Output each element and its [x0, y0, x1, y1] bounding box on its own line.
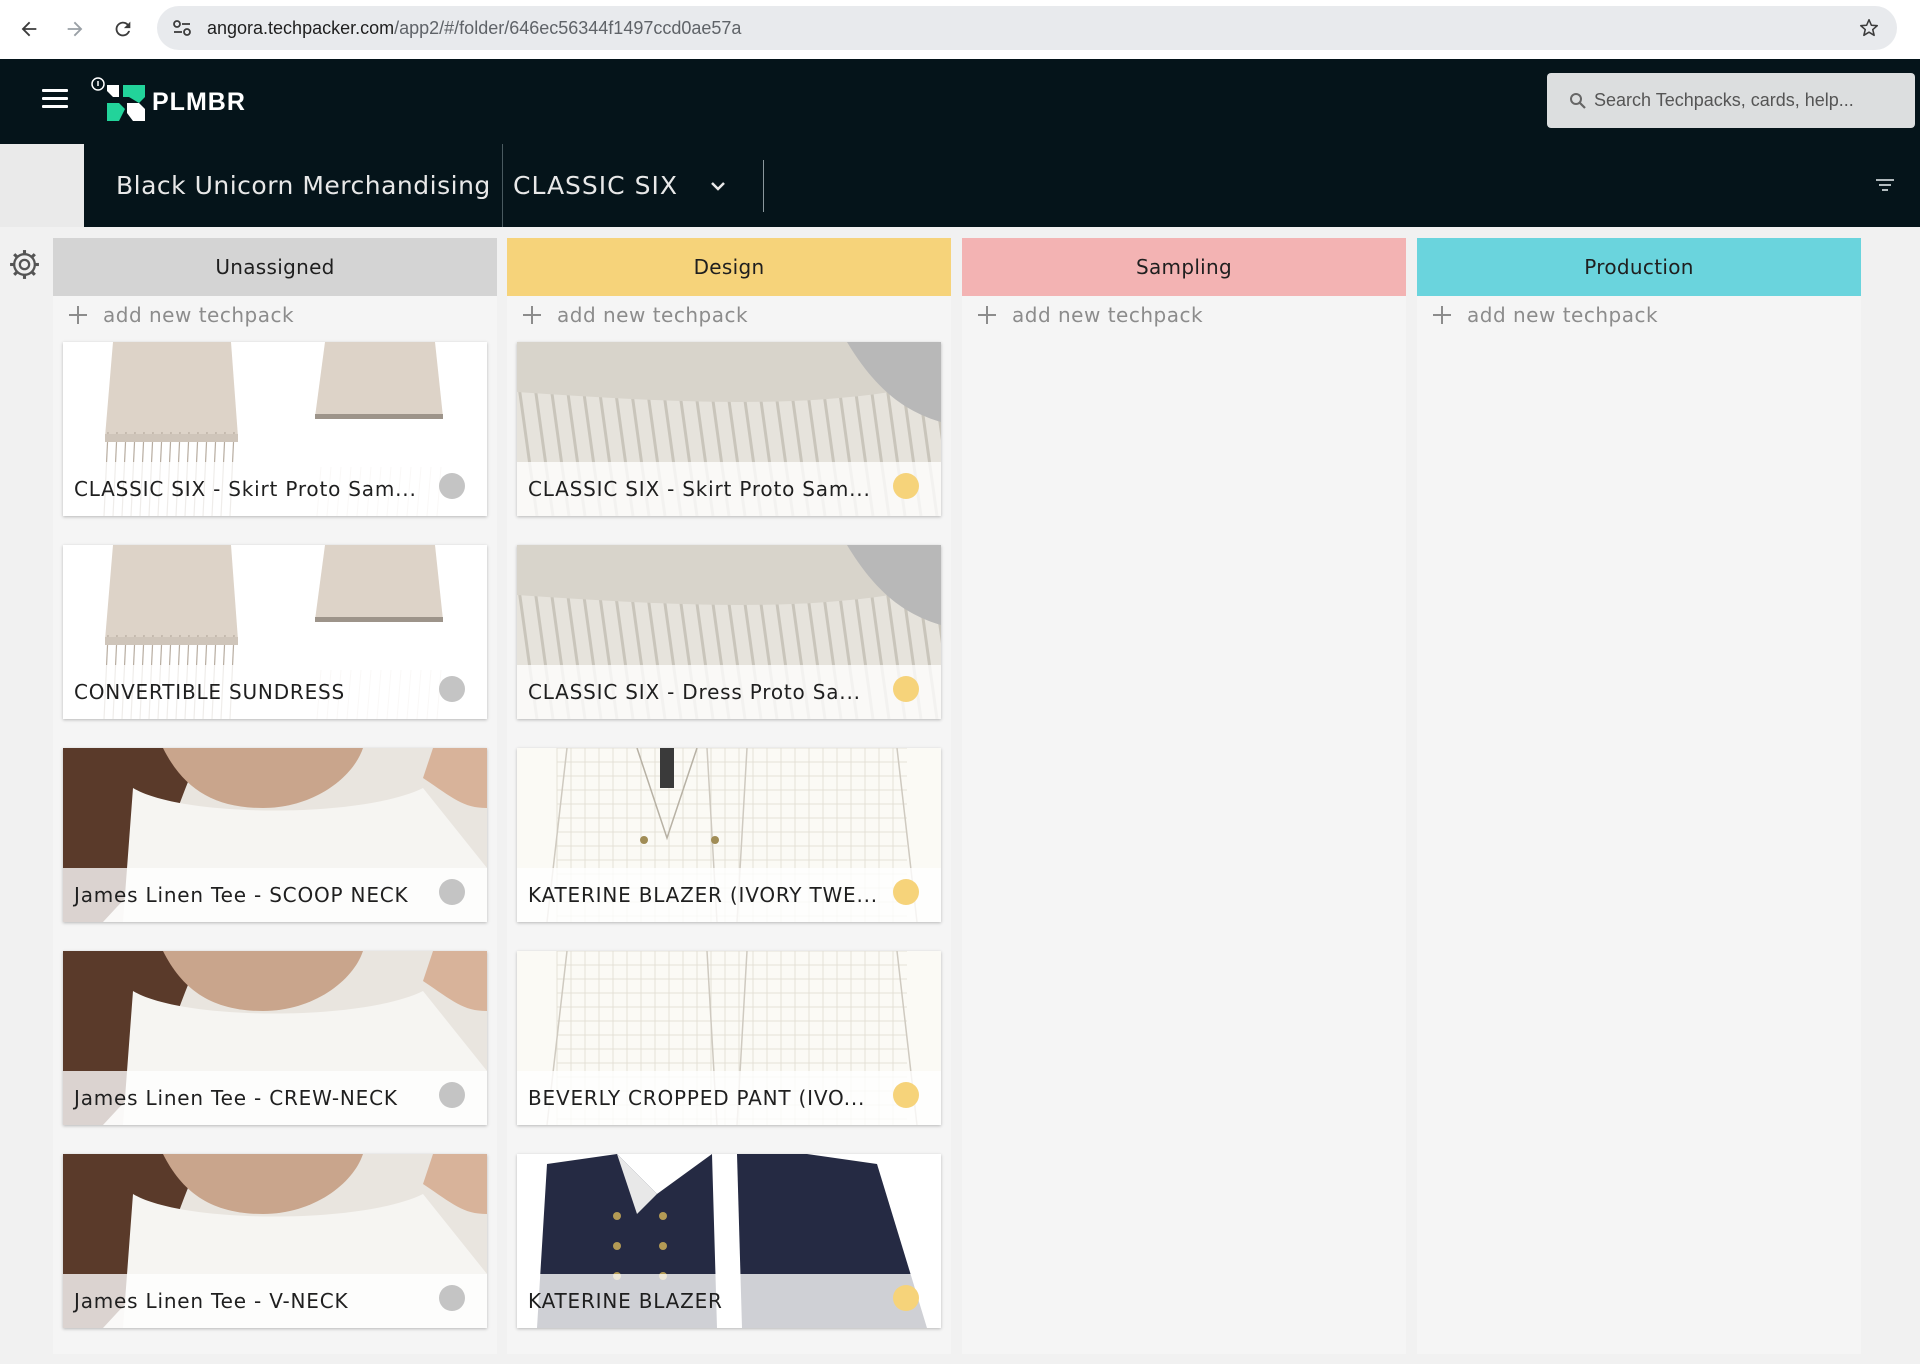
column-unassigned: Unassigned add new techpack CLASSIC SIX - …	[53, 238, 497, 1354]
app-header: PLMBR Search Techpacks, cards, help...	[0, 59, 1920, 144]
plus-icon	[69, 306, 87, 324]
techpack-card[interactable]: CONVERTIBLE SUNDRESS	[63, 545, 487, 719]
card-title: CLASSIC SIX - Skirt Proto Sam...	[74, 477, 417, 501]
status-dot-icon[interactable]	[439, 676, 465, 702]
card-title: CLASSIC SIX - Dress Proto Sa...	[528, 680, 861, 704]
collection-selector[interactable]: CLASSIC SIX	[513, 144, 678, 227]
card-label-bar: James Linen Tee - CREW-NECK	[63, 1071, 487, 1125]
card-title: CONVERTIBLE SUNDRESS	[74, 680, 346, 704]
add-techpack-button[interactable]: add new techpack	[53, 296, 497, 334]
address-bar[interactable]: angora.techpacker.com/app2/#/folder/646e…	[157, 6, 1897, 50]
plus-icon	[978, 306, 996, 324]
add-techpack-button[interactable]: add new techpack	[507, 296, 951, 334]
status-dot-icon[interactable]	[439, 1082, 465, 1108]
techpack-card[interactable]: KATERINE BLAZER (IVORY TWE...	[517, 748, 941, 922]
url-text[interactable]: angora.techpacker.com/app2/#/folder/646e…	[207, 6, 741, 50]
add-techpack-button[interactable]: add new techpack	[1417, 296, 1861, 334]
column-design: Design add new techpack CLASSIC SIX - Skir…	[507, 238, 951, 1354]
card-title: KATERINE BLAZER	[528, 1289, 723, 1313]
forward-icon[interactable]	[58, 12, 92, 46]
url-path: /app2/#/folder/646ec56344f1497ccd0ae57a	[394, 18, 742, 38]
techpack-card[interactable]: CLASSIC SIX - Skirt Proto Sam...	[63, 342, 487, 516]
status-dot-icon[interactable]	[439, 473, 465, 499]
add-techpack-label: add new techpack	[1467, 303, 1659, 327]
card-title: CLASSIC SIX - Skirt Proto Sam...	[528, 477, 871, 501]
card-label-bar: James Linen Tee - V-NECK	[63, 1274, 487, 1328]
card-title: James Linen Tee - CREW-NECK	[74, 1086, 398, 1110]
site-settings-icon[interactable]	[169, 15, 195, 41]
status-dot-icon[interactable]	[893, 1082, 919, 1108]
techpack-card[interactable]: James Linen Tee - SCOOP NECK	[63, 748, 487, 922]
card-title: KATERINE BLAZER (IVORY TWE...	[528, 883, 878, 907]
plus-icon	[523, 306, 541, 324]
column-header[interactable]: Sampling	[962, 238, 1406, 296]
add-techpack-button[interactable]: add new techpack	[962, 296, 1406, 334]
brand-name: PLMBR	[152, 87, 246, 116]
add-techpack-label: add new techpack	[103, 303, 295, 327]
column-sampling: Sampling add new techpack	[962, 238, 1406, 1354]
plus-icon	[1433, 306, 1451, 324]
add-techpack-label: add new techpack	[557, 303, 749, 327]
card-label-bar: KATERINE BLAZER	[517, 1274, 941, 1328]
column-header[interactable]: Production	[1417, 238, 1861, 296]
card-label-bar: CLASSIC SIX - Skirt Proto Sam...	[517, 462, 941, 516]
card-label-bar: KATERINE BLAZER (IVORY TWE...	[517, 868, 941, 922]
card-label-bar: James Linen Tee - SCOOP NECK	[63, 868, 487, 922]
browser-toolbar: angora.techpacker.com/app2/#/folder/646e…	[0, 0, 1920, 59]
add-techpack-label: add new techpack	[1012, 303, 1204, 327]
status-dot-icon[interactable]	[893, 473, 919, 499]
folderbar-spacer	[0, 144, 84, 227]
techpack-card[interactable]: James Linen Tee - CREW-NECK	[63, 951, 487, 1125]
card-title: James Linen Tee - SCOOP NECK	[74, 883, 409, 907]
plmbr-logo-icon	[91, 77, 145, 121]
techpack-card[interactable]: CLASSIC SIX - Skirt Proto Sam...	[517, 342, 941, 516]
back-icon[interactable]	[12, 12, 46, 46]
card-label-bar: CONVERTIBLE SUNDRESS	[63, 665, 487, 719]
card-title: James Linen Tee - V-NECK	[74, 1289, 349, 1313]
divider	[763, 160, 764, 212]
folder-title[interactable]: Black Unicorn Merchandising	[116, 144, 491, 227]
techpack-card[interactable]: KATERINE BLAZER	[517, 1154, 941, 1328]
divider	[502, 144, 503, 227]
status-dot-icon[interactable]	[893, 676, 919, 702]
status-dot-icon[interactable]	[893, 879, 919, 905]
filter-icon[interactable]	[1874, 174, 1896, 196]
search-input[interactable]: Search Techpacks, cards, help...	[1547, 73, 1915, 128]
settings-gear-icon[interactable]	[8, 248, 41, 281]
techpack-card[interactable]: BEVERLY CROPPED PANT (IVO...	[517, 951, 941, 1125]
card-label-bar: BEVERLY CROPPED PANT (IVO...	[517, 1071, 941, 1125]
folder-bar: Black Unicorn Merchandising CLASSIC SIX	[84, 144, 1920, 227]
status-dot-icon[interactable]	[439, 1285, 465, 1311]
status-dot-icon[interactable]	[893, 1285, 919, 1311]
card-title: BEVERLY CROPPED PANT (IVO...	[528, 1086, 866, 1110]
brand-logo[interactable]: PLMBR	[90, 77, 246, 127]
menu-icon[interactable]	[42, 89, 68, 111]
card-label-bar: CLASSIC SIX - Skirt Proto Sam...	[63, 462, 487, 516]
column-header[interactable]: Design	[507, 238, 951, 296]
status-dot-icon[interactable]	[439, 879, 465, 905]
bookmark-star-icon[interactable]	[1855, 14, 1883, 42]
column-header[interactable]: Unassigned	[53, 238, 497, 296]
card-label-bar: CLASSIC SIX - Dress Proto Sa...	[517, 665, 941, 719]
column-production: Production add new techpack	[1417, 238, 1861, 1354]
techpack-card[interactable]: James Linen Tee - V-NECK	[63, 1154, 487, 1328]
search-icon	[1570, 92, 1586, 109]
techpack-card[interactable]: CLASSIC SIX - Dress Proto Sa...	[517, 545, 941, 719]
reload-icon[interactable]	[106, 12, 140, 46]
chevron-down-icon[interactable]	[706, 174, 730, 198]
url-host: angora.techpacker.com	[207, 18, 395, 38]
search-placeholder: Search Techpacks, cards, help...	[1594, 90, 1854, 110]
